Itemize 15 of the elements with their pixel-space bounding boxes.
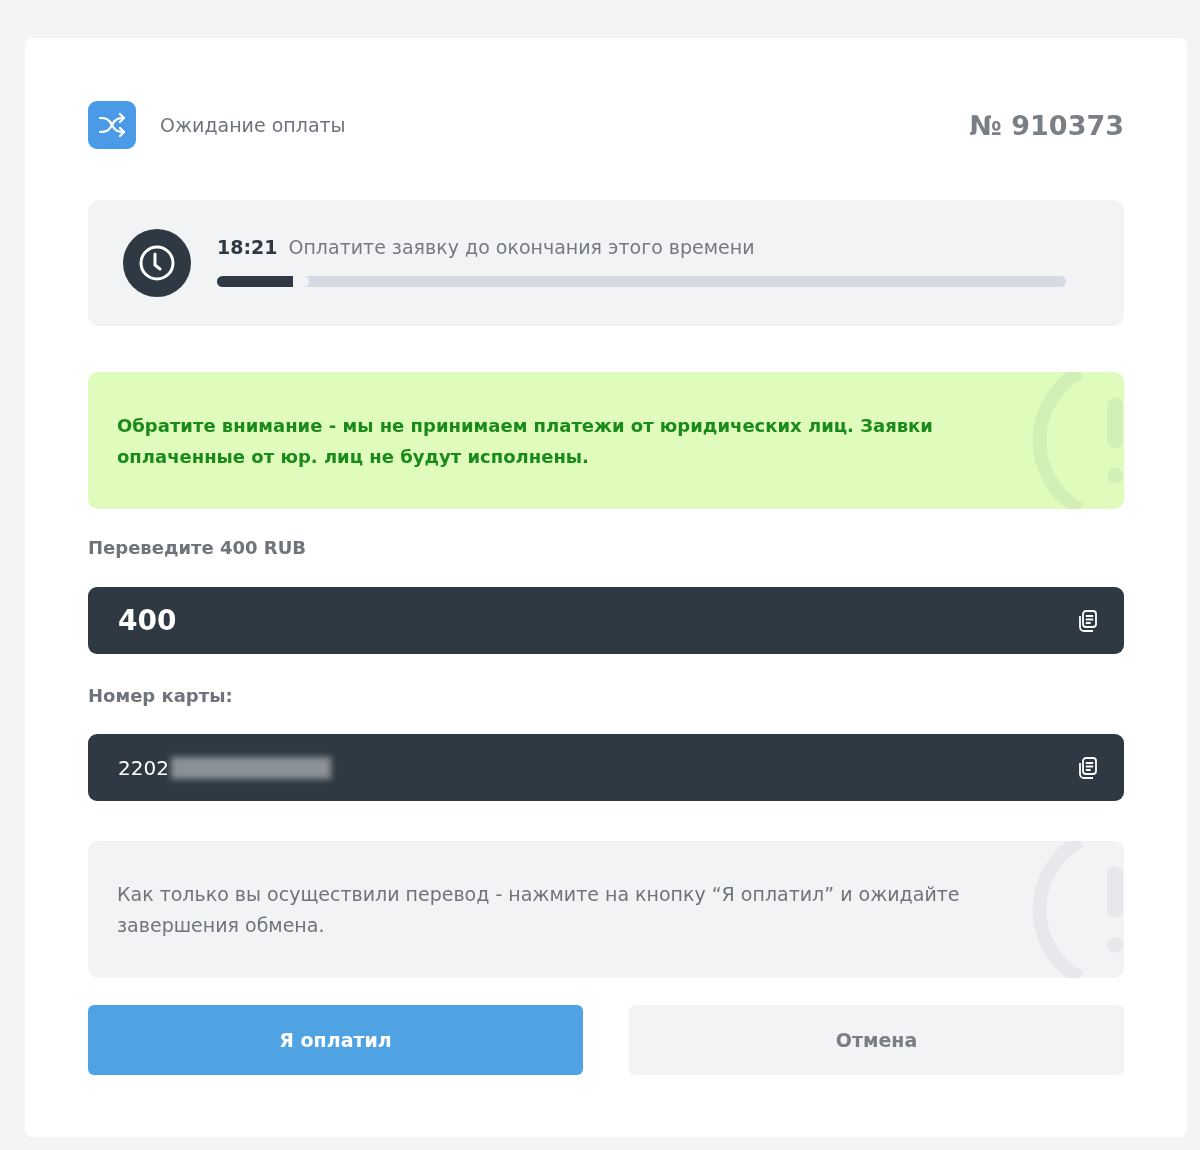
cancel-button[interactable]: Отмена — [629, 1005, 1124, 1075]
timer-time: 18:21 — [217, 235, 278, 258]
info-text: Как только вы осуществили перевод - нажмите на кнопку “Я оплатил” и ожидайте завершения обмена. — [117, 881, 961, 938]
status-text: Ожидание оплаты — [160, 114, 347, 136]
field-label: Номер карты: — [88, 685, 234, 707]
input-field[interactable]: 400 — [88, 587, 1124, 654]
order-number: № 910373 — [969, 109, 1124, 141]
field-label: Переведите 400 RUB — [88, 537, 308, 559]
notice-text: Обратите внимание - мы не принимаем платежи от юридических лиц. Заявки оплаченные от юр. лиц не будут исполнены. — [117, 413, 934, 469]
input-field[interactable]: 2202 — [88, 734, 1124, 801]
copy-icon[interactable] — [1076, 755, 1100, 780]
timer-message: Оплатите заявку до окончания этого времени — [288, 235, 755, 258]
shuffle-icon — [88, 101, 136, 149]
clock-icon — [123, 229, 191, 297]
copy-icon[interactable] — [1076, 608, 1100, 633]
